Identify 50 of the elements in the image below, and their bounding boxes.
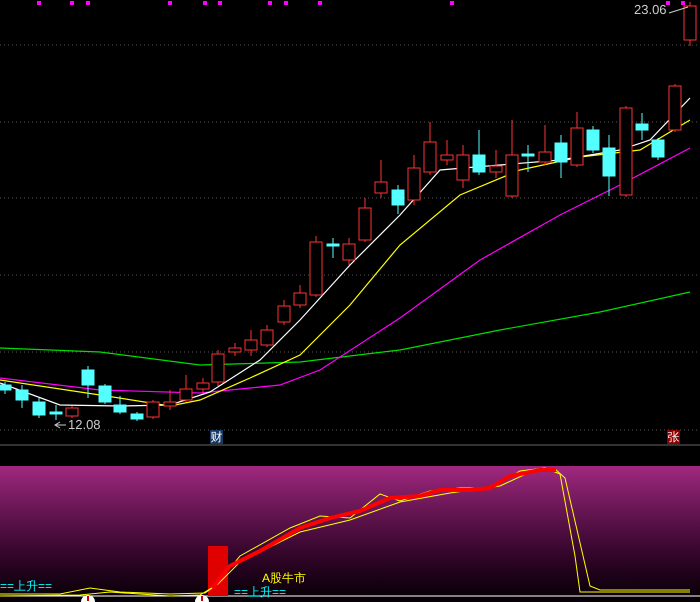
price-label: 12.08 [68, 418, 101, 431]
candlestick [374, 160, 388, 198]
candlestick [668, 84, 682, 132]
candlestick [440, 140, 454, 166]
candlestick [358, 198, 372, 242]
candlestick [244, 330, 258, 356]
candlestick [164, 390, 176, 410]
candlestick [602, 134, 616, 196]
candlestick [260, 324, 274, 348]
candlestick [424, 122, 436, 176]
candlestick [212, 350, 224, 386]
candlestick [652, 138, 664, 160]
signal-marker-icon [81, 595, 95, 602]
candlestick [114, 396, 126, 414]
signal-marker-icon [195, 595, 209, 602]
candlestick [342, 238, 356, 266]
candlestick [570, 112, 584, 168]
candlestick [326, 238, 340, 258]
candlestick [32, 398, 46, 418]
candlestick [456, 144, 470, 188]
candlestick [636, 112, 648, 140]
candlestick [586, 126, 600, 154]
candlestick [0, 382, 12, 394]
candlestick [82, 366, 94, 398]
candlestick [180, 374, 192, 402]
candlestick [50, 404, 62, 420]
signal-label: A股牛市 [262, 572, 306, 584]
candlestick [278, 300, 290, 326]
candlestick [66, 406, 78, 418]
event-badge: 张 [667, 430, 680, 444]
signal-label: ==上升== [234, 586, 286, 598]
price-label: 23.06 [634, 3, 667, 16]
candlestick [98, 384, 112, 404]
candlestick [554, 134, 568, 178]
candlestick [130, 412, 144, 422]
candlestick [16, 384, 28, 408]
candlestick [408, 154, 420, 206]
candlestick [522, 144, 534, 172]
event-badge: 财 [210, 430, 223, 444]
candlestick [392, 184, 404, 214]
arrow-icon [54, 422, 66, 428]
candlestick [146, 400, 160, 420]
candlestick [294, 284, 306, 308]
candlestick [490, 150, 502, 178]
candlestick [472, 130, 486, 176]
candlestick [310, 236, 322, 298]
candlestick [228, 342, 242, 356]
candlestick [196, 378, 210, 394]
candlestick [538, 124, 552, 166]
signal-label: ==上升== [0, 580, 52, 592]
